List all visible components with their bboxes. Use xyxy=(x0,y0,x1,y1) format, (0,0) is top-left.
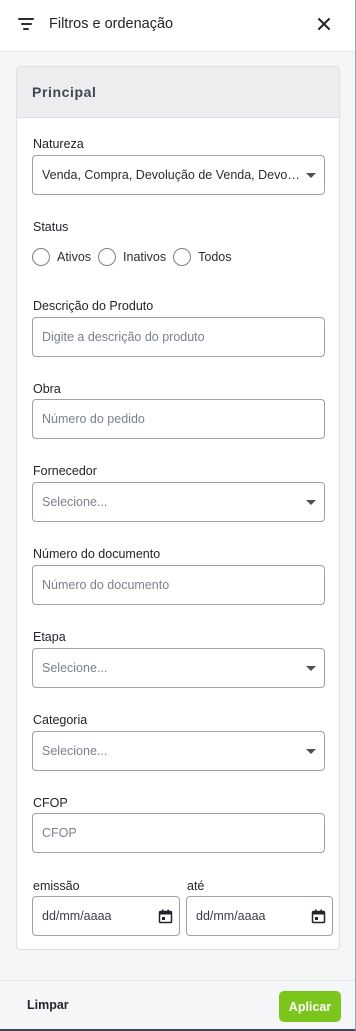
numero-documento-input[interactable]: Número do documento xyxy=(32,565,325,605)
descricao-label: Descrição do Produto xyxy=(33,299,154,313)
categoria-select[interactable]: Selecione... xyxy=(32,731,325,771)
natureza-select[interactable]: Venda, Compra, Devolução de Venda, Devol… xyxy=(32,155,325,195)
radio-label-todos: Todos xyxy=(198,250,232,264)
emissao-label: emissão xyxy=(33,879,80,893)
apply-button[interactable]: Aplicar xyxy=(279,991,341,1022)
section-title: Principal xyxy=(32,84,97,100)
panel-title: Filtros e ordenação xyxy=(49,16,174,32)
emissao-date-input[interactable]: dd/mm/aaaa xyxy=(32,896,180,936)
ate-date-input[interactable]: dd/mm/aaaa xyxy=(186,896,333,936)
cfop-label: CFOP xyxy=(33,796,68,810)
radio-label-ativos: Ativos xyxy=(57,250,92,264)
numero-documento-label: Número do documento xyxy=(33,547,161,561)
status-radio-ativos[interactable]: Ativos xyxy=(32,248,91,266)
close-icon[interactable] xyxy=(315,15,333,33)
etapa-placeholder: Selecione... xyxy=(42,661,108,675)
descricao-placeholder: Digite a descrição do produto xyxy=(42,330,205,344)
status-radio-inativos[interactable]: Inativos xyxy=(98,248,166,266)
chevron-down-icon xyxy=(306,666,316,671)
fornecedor-label: Fornecedor xyxy=(33,464,97,478)
chevron-down-icon xyxy=(306,500,316,505)
radio-circle[interactable] xyxy=(98,248,117,266)
etapa-label: Etapa xyxy=(33,630,66,644)
panel-footer: Limpar Aplicar xyxy=(0,980,355,1029)
calendar-icon[interactable] xyxy=(158,909,173,924)
cfop-placeholder: CFOP xyxy=(42,826,77,840)
numero-documento-placeholder: Número do documento xyxy=(42,578,170,592)
radio-label-inativos: Inativos xyxy=(123,250,167,264)
natureza-value: Venda, Compra, Devolução de Venda, Devol… xyxy=(42,168,300,182)
etapa-select[interactable]: Selecione... xyxy=(32,648,325,688)
natureza-label: Natureza xyxy=(33,137,84,151)
panel-header: Filtros e ordenação xyxy=(0,0,355,52)
status-radio-todos[interactable]: Todos xyxy=(173,248,232,266)
status-label: Status xyxy=(33,220,69,234)
chevron-down-icon xyxy=(306,749,316,754)
ate-label: até xyxy=(187,879,205,893)
calendar-icon[interactable] xyxy=(311,909,326,924)
filter-icon xyxy=(18,18,34,32)
fornecedor-placeholder: Selecione... xyxy=(42,495,108,509)
status-radio-group: Ativos Inativos Todos xyxy=(32,247,239,267)
obra-placeholder: Número do pedido xyxy=(42,412,145,426)
radio-circle[interactable] xyxy=(32,248,50,266)
filters-panel: Filtros e ordenação Principal Natureza V… xyxy=(0,0,356,1031)
categoria-placeholder: Selecione... xyxy=(42,744,108,758)
radio-circle[interactable] xyxy=(173,248,192,266)
ate-placeholder: dd/mm/aaaa xyxy=(196,909,266,923)
obra-input[interactable]: Número do pedido xyxy=(32,399,325,439)
obra-label: Obra xyxy=(33,382,61,396)
categoria-label: Categoria xyxy=(33,713,88,727)
clear-button[interactable]: Limpar xyxy=(27,998,69,1012)
descricao-input[interactable]: Digite a descrição do produto xyxy=(32,317,325,357)
cfop-input[interactable]: CFOP xyxy=(32,813,325,853)
section-principal: Principal Natureza Venda, Compra, Devolu… xyxy=(16,66,340,950)
chevron-down-icon xyxy=(306,173,316,178)
emissao-placeholder: dd/mm/aaaa xyxy=(42,909,112,923)
section-header[interactable]: Principal xyxy=(17,67,339,118)
fornecedor-select[interactable]: Selecione... xyxy=(32,482,325,522)
